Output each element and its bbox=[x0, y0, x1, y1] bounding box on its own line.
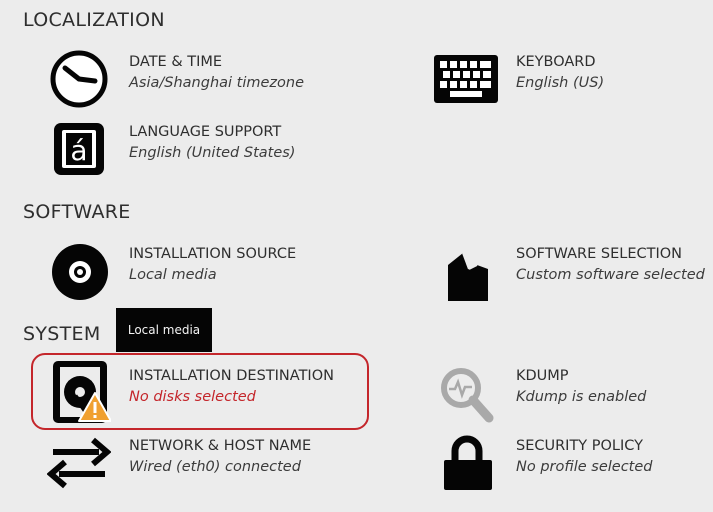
svg-text:á: á bbox=[70, 134, 87, 167]
disc-icon bbox=[47, 240, 111, 302]
section-title-software: SOFTWARE bbox=[23, 201, 131, 223]
spoke-status: No profile selected bbox=[516, 459, 653, 475]
spoke-installation-destination[interactable]: INSTALLATION DESTINATION No disks select… bbox=[47, 361, 377, 424]
spoke-title: SECURITY POLICY bbox=[516, 438, 644, 454]
network-arrows-icon bbox=[47, 432, 111, 494]
language-icon: á bbox=[47, 118, 111, 180]
spoke-title: INSTALLATION DESTINATION bbox=[129, 368, 334, 384]
spoke-network-host-name[interactable]: NETWORK & HOST NAME Wired (eth0) connect… bbox=[47, 432, 377, 494]
spoke-title: KEYBOARD bbox=[516, 54, 596, 70]
spoke-keyboard[interactable]: KEYBOARD English (US) bbox=[434, 48, 713, 110]
spoke-security-policy[interactable]: SECURITY POLICY No profile selected bbox=[434, 432, 713, 494]
spoke-status: Asia/Shanghai timezone bbox=[129, 75, 305, 91]
section-title-localization: LOCALIZATION bbox=[23, 9, 165, 31]
spoke-software-selection[interactable]: SOFTWARE SELECTION Custom software selec… bbox=[434, 240, 713, 302]
spoke-title: LANGUAGE SUPPORT bbox=[129, 124, 282, 140]
hard-disk-icon bbox=[47, 361, 111, 424]
spoke-status: Wired (eth0) connected bbox=[129, 459, 301, 475]
spoke-title: INSTALLATION SOURCE bbox=[129, 246, 297, 262]
spoke-status: Local media bbox=[129, 267, 217, 283]
spoke-language-support[interactable]: á LANGUAGE SUPPORT English (United State… bbox=[47, 118, 377, 180]
magnifier-icon bbox=[434, 362, 498, 424]
section-title-system: SYSTEM bbox=[23, 323, 101, 345]
spoke-status: Kdump is enabled bbox=[516, 389, 647, 405]
package-icon bbox=[434, 240, 498, 302]
spoke-title: KDUMP bbox=[516, 368, 569, 384]
spoke-status: No disks selected bbox=[129, 389, 256, 405]
spoke-kdump[interactable]: KDUMP Kdump is enabled bbox=[434, 362, 713, 424]
spoke-title: NETWORK & HOST NAME bbox=[129, 438, 312, 454]
spoke-status: English (United States) bbox=[129, 145, 296, 161]
spoke-title: DATE & TIME bbox=[129, 54, 223, 70]
tooltip: Local media bbox=[116, 308, 212, 352]
spoke-status: English (US) bbox=[516, 75, 605, 91]
spoke-date-time[interactable]: DATE & TIME Asia/Shanghai timezone bbox=[47, 48, 377, 110]
clock-icon bbox=[47, 48, 111, 110]
spoke-status: Custom software selected bbox=[516, 267, 705, 283]
padlock-icon bbox=[434, 432, 498, 494]
spoke-installation-source[interactable]: INSTALLATION SOURCE Local media bbox=[47, 240, 377, 302]
spoke-title: SOFTWARE SELECTION bbox=[516, 246, 682, 262]
keyboard-icon bbox=[434, 48, 498, 110]
